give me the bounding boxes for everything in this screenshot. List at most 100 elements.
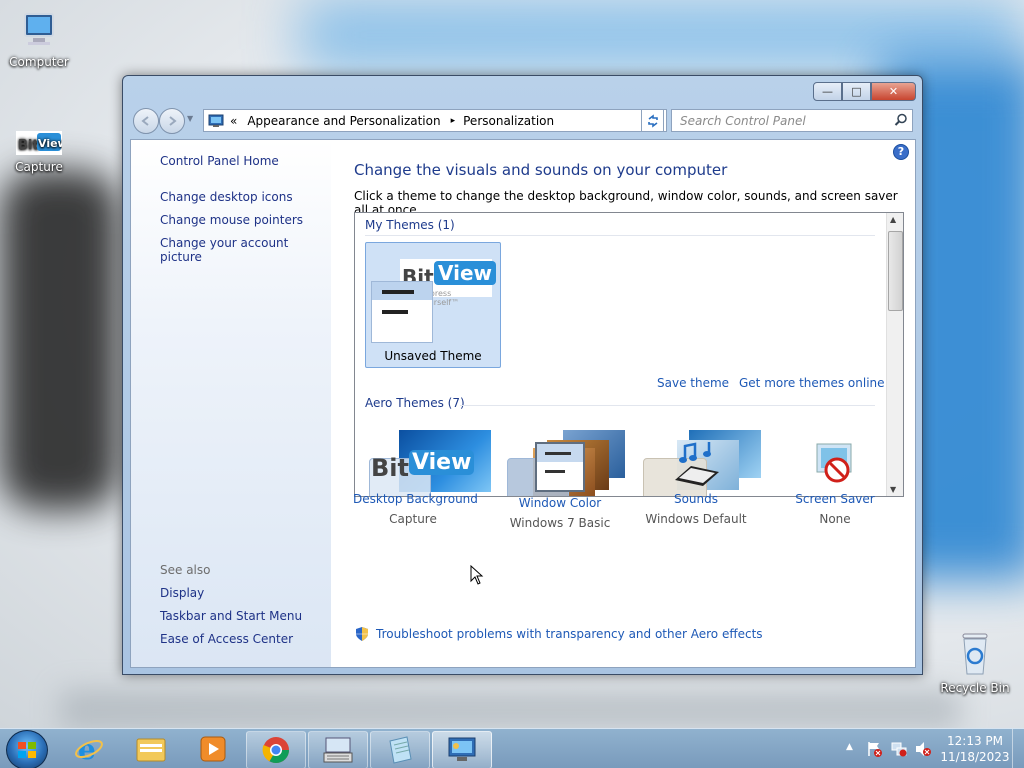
save-theme-link[interactable]: Save theme [657, 376, 729, 390]
windows-logo-icon [18, 742, 36, 758]
taskbar: e ▲ 12:13 PM 11/18/2023 [0, 728, 1024, 768]
taskbar-notepad[interactable] [370, 731, 430, 768]
computer-icon [2, 10, 76, 53]
close-button[interactable]: ✕ [871, 82, 916, 101]
breadcrumb-separator[interactable]: ▸ [451, 116, 456, 126]
change-desktop-icons-link[interactable]: Change desktop icons [160, 190, 293, 204]
screen-saver-button[interactable]: Screen Saver None [775, 440, 895, 526]
scroll-thumb[interactable] [888, 231, 903, 311]
aero-themes-group-label: Aero Themes (7) [365, 396, 465, 410]
keyboard-icon [323, 737, 353, 763]
window-controls: — □ ✕ [813, 82, 916, 101]
media-player-icon [200, 736, 226, 762]
ease-of-access-link[interactable]: Ease of Access Center [160, 632, 293, 646]
network-icon[interactable] [890, 740, 908, 758]
sounds-icon [675, 442, 719, 486]
back-button[interactable] [133, 108, 159, 134]
navigation-bar: ▼ « Appearance and Personalization ▸ Per… [131, 106, 913, 134]
thumb-logo-view: View [434, 261, 497, 285]
start-button[interactable] [6, 730, 48, 768]
show-desktop-button[interactable] [1012, 729, 1024, 768]
sounds-value: Windows Default [645, 512, 747, 526]
page-title: Change the visuals and sounds on your co… [354, 161, 728, 179]
search-box[interactable]: Search Control Panel [671, 109, 913, 132]
sounds-label: Sounds [673, 492, 719, 506]
volume-muted-icon[interactable] [914, 740, 932, 758]
my-themes-group-label: My Themes (1) [365, 218, 455, 232]
theme-tile-unsaved[interactable]: Bit View Express Yourself™ Unsaved Theme [365, 242, 501, 368]
search-placeholder: Search Control Panel [680, 113, 806, 128]
desktop-icon-recycle-bin[interactable]: Recycle Bin [938, 630, 1012, 695]
change-account-picture-link[interactable]: Change your account picture [160, 236, 331, 264]
display-link[interactable]: Display [160, 586, 204, 600]
window-color-label: Window Color [518, 496, 602, 510]
taskbar-internet-explorer[interactable]: e [60, 731, 118, 767]
address-bar[interactable]: « Appearance and Personalization ▸ Perso… [203, 109, 667, 132]
maximize-button[interactable]: □ [842, 82, 871, 101]
window-color-icon [535, 442, 585, 492]
taskbar-control-panel[interactable] [432, 731, 492, 768]
forward-button[interactable] [159, 108, 185, 134]
search-icon[interactable] [894, 113, 908, 127]
minimize-button[interactable]: — [813, 82, 842, 101]
taskbar-chrome[interactable] [246, 731, 306, 768]
screen-saver-value: None [819, 512, 851, 526]
chrome-icon [262, 737, 290, 764]
control-panel-icon [208, 114, 224, 127]
breadcrumb-appearance[interactable]: Appearance and Personalization [247, 114, 440, 128]
desktop-background-label: Desktop Background [353, 492, 478, 506]
show-hidden-icons-button[interactable]: ▲ [846, 742, 853, 752]
change-mouse-pointers-link[interactable]: Change mouse pointers [160, 213, 303, 227]
notepad-icon [389, 736, 412, 764]
screen-saver-icon [816, 443, 852, 483]
desktop-icon-label: Computer [9, 55, 69, 69]
action-center-icon[interactable] [866, 740, 884, 758]
control-panel-icon [448, 737, 476, 761]
folder-icon [136, 738, 166, 762]
svg-text:Bit: Bit [18, 138, 39, 153]
window-color-swatch [371, 281, 433, 343]
desktop-icon-label: Recycle Bin [940, 681, 1010, 695]
desktop-background-value: Capture [389, 512, 437, 526]
troubleshoot-label: Troubleshoot problems with transparency … [376, 627, 763, 641]
group-divider [460, 405, 875, 406]
get-more-themes-link[interactable]: Get more themes online [739, 376, 885, 390]
svg-text:View: View [38, 137, 62, 150]
troubleshoot-link[interactable]: Troubleshoot problems with transparency … [354, 626, 763, 642]
theme-name: Unsaved Theme [384, 349, 482, 363]
breadcrumb-personalization[interactable]: Personalization [463, 114, 554, 128]
address-overflow-chevron[interactable]: « [230, 114, 237, 128]
svg-text:e: e [78, 734, 96, 764]
desktop-icon-capture[interactable]: BitView Capture [2, 131, 76, 174]
clock[interactable]: 12:13 PM 11/18/2023 [940, 733, 1010, 765]
clock-time: 12:13 PM [947, 734, 1003, 748]
content-pane: ? Change the visuals and sounds on your … [331, 140, 915, 667]
desktop-icon-label: Capture [15, 160, 63, 174]
help-icon[interactable]: ? [893, 144, 909, 160]
window-color-value: Windows 7 Basic [509, 516, 611, 530]
personalization-window: — □ ✕ ▼ « Appearance and Personalization… [122, 75, 923, 675]
taskbar-on-screen-keyboard[interactable] [308, 731, 368, 768]
taskbar-media-player[interactable] [184, 731, 242, 767]
mouse-cursor-icon [470, 565, 484, 585]
scroll-up-icon[interactable]: ▲ [890, 215, 896, 224]
taskbar-start-menu-link[interactable]: Taskbar and Start Menu [160, 609, 302, 623]
refresh-icon [647, 113, 658, 128]
internet-explorer-icon: e [75, 734, 103, 764]
window-client-area: Control Panel Home Change desktop icons … [130, 139, 916, 668]
forward-arrow-icon [169, 116, 177, 126]
refresh-button[interactable] [641, 109, 664, 132]
clock-date: 11/18/2023 [940, 750, 1010, 764]
desktop-background-button[interactable]: Bit View Desktop Background Capture [353, 440, 478, 526]
back-arrow-icon [141, 116, 149, 126]
window-color-button[interactable]: Window Color Windows 7 Basic [500, 440, 620, 530]
recycle-bin-icon [938, 630, 1012, 679]
desktop-icon-computer[interactable]: Computer [2, 10, 76, 69]
shield-icon [356, 627, 368, 641]
recent-pages-icon[interactable]: ▼ [187, 114, 193, 123]
screen-saver-label: Screen Saver [795, 492, 875, 506]
taskbar-windows-explorer[interactable] [122, 731, 180, 767]
control-panel-home-link[interactable]: Control Panel Home [160, 154, 279, 168]
sounds-button[interactable]: Sounds Windows Default [636, 440, 756, 526]
group-divider [365, 235, 875, 236]
